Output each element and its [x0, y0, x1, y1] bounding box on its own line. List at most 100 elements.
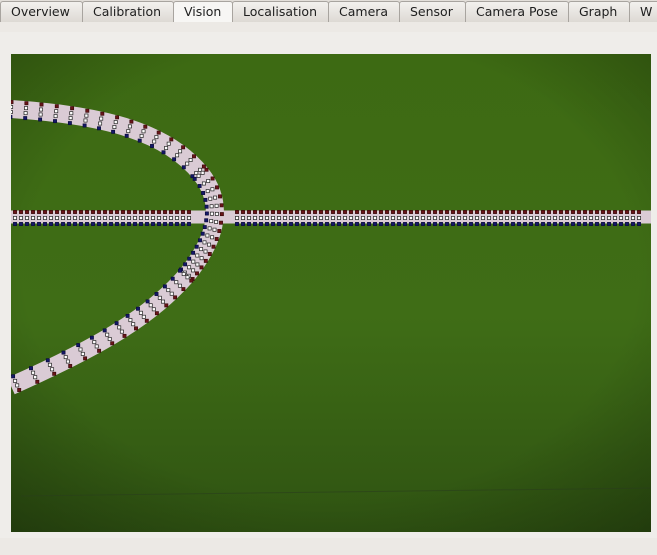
- tab-calibration[interactable]: Calibration: [82, 1, 174, 22]
- detection-marker: [144, 318, 149, 323]
- detection-marker: [349, 210, 353, 214]
- detection-marker: [271, 216, 275, 220]
- detection-marker: [169, 210, 173, 214]
- detection-marker: [161, 299, 165, 304]
- tab-more[interactable]: W: [629, 1, 657, 22]
- detection-marker: [571, 216, 575, 220]
- detection-marker: [31, 222, 35, 226]
- detection-marker: [43, 216, 47, 220]
- detection-marker: [307, 216, 311, 220]
- detection-marker: [547, 222, 551, 226]
- detection-marker: [49, 222, 53, 226]
- detection-marker: [61, 350, 66, 355]
- detection-marker: [151, 216, 155, 220]
- detection-marker: [68, 116, 73, 121]
- detection-marker: [397, 216, 401, 220]
- detection-marker: [19, 216, 23, 220]
- detection-marker: [247, 216, 251, 220]
- detection-marker: [157, 210, 161, 214]
- tab-graph[interactable]: Graph: [568, 1, 630, 22]
- detection-marker: [73, 216, 77, 220]
- detection-marker: [397, 210, 401, 214]
- detection-marker: [109, 210, 113, 214]
- detection-marker: [127, 210, 131, 214]
- detection-marker: [191, 268, 196, 273]
- detection-marker: [133, 210, 137, 214]
- detection-marker: [181, 272, 186, 276]
- detection-marker: [493, 216, 497, 220]
- detection-marker: [185, 275, 190, 280]
- detection-marker: [589, 222, 593, 226]
- detection-marker: [163, 222, 167, 226]
- detection-marker: [535, 210, 539, 214]
- detection-marker: [595, 222, 599, 226]
- detection-marker: [199, 256, 204, 261]
- detection-marker: [19, 222, 23, 226]
- detection-marker: [307, 222, 311, 226]
- detection-marker: [391, 210, 395, 214]
- detection-marker: [52, 371, 57, 376]
- detection-marker: [206, 179, 211, 183]
- detection-marker: [265, 216, 269, 220]
- detection-marker: [451, 210, 455, 214]
- detection-marker: [409, 222, 413, 226]
- tab-sensor[interactable]: Sensor: [399, 1, 466, 22]
- detection-marker: [156, 130, 161, 135]
- detection-marker: [541, 216, 545, 220]
- detection-marker: [553, 216, 557, 220]
- detection-marker: [203, 258, 208, 263]
- detection-marker: [181, 145, 186, 150]
- detection-marker: [54, 104, 59, 109]
- detection-marker: [451, 222, 455, 226]
- tab-overview[interactable]: Overview: [0, 1, 83, 22]
- detection-marker: [181, 222, 185, 226]
- detection-marker: [201, 164, 206, 169]
- detection-marker: [547, 216, 551, 220]
- detection-marker: [427, 222, 431, 226]
- detection-marker: [457, 222, 461, 226]
- detection-marker: [433, 222, 437, 226]
- detection-marker: [331, 222, 335, 226]
- tab-camera-pose[interactable]: Camera Pose: [465, 1, 569, 22]
- detection-marker: [139, 133, 144, 138]
- detection-marker: [313, 222, 317, 226]
- tab-vision[interactable]: Vision: [173, 1, 233, 22]
- detection-marker: [219, 203, 224, 208]
- detection-marker: [122, 333, 127, 338]
- detection-marker: [559, 216, 563, 220]
- detection-marker: [469, 222, 473, 226]
- detection-marker: [583, 222, 587, 226]
- detection-marker: [13, 216, 17, 220]
- detection-marker: [187, 216, 191, 220]
- detection-marker: [187, 222, 191, 226]
- detection-marker: [109, 222, 113, 226]
- detection-marker: [151, 307, 156, 312]
- detection-marker: [421, 216, 425, 220]
- detection-marker: [191, 259, 196, 264]
- detection-marker: [163, 210, 167, 214]
- detection-marker: [210, 176, 215, 181]
- detection-marker: [361, 210, 365, 214]
- detection-marker: [166, 141, 171, 146]
- camera-image-view[interactable]: [11, 54, 651, 532]
- detection-marker: [178, 149, 183, 154]
- detection-marker: [121, 216, 125, 220]
- detection-marker: [175, 153, 180, 158]
- detection-marker: [169, 222, 173, 226]
- detection-marker: [218, 194, 222, 199]
- detection-marker: [553, 222, 557, 226]
- detection-marker: [433, 210, 437, 214]
- detection-marker: [517, 216, 521, 220]
- detection-marker: [209, 219, 214, 224]
- detection-marker: [553, 210, 557, 214]
- detection-marker: [265, 222, 269, 226]
- detection-marker: [201, 191, 206, 195]
- detection-marker: [85, 108, 90, 113]
- detection-marker: [29, 366, 33, 371]
- detection-marker: [373, 216, 377, 220]
- tab-camera[interactable]: Camera: [328, 1, 400, 22]
- detection-marker: [103, 216, 107, 220]
- tab-localisation[interactable]: Localisation: [232, 1, 329, 22]
- detection-marker: [191, 250, 196, 255]
- detection-marker: [259, 222, 263, 226]
